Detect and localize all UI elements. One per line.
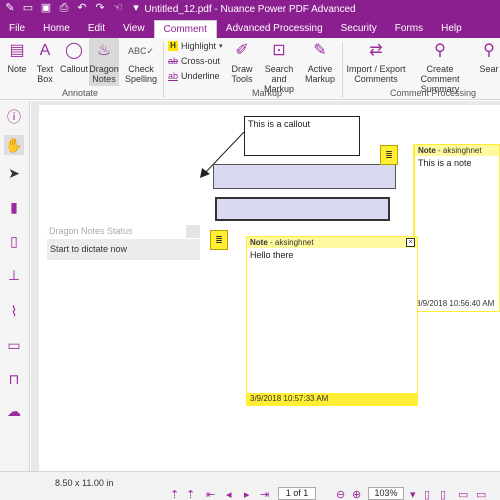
lock-icon[interactable]: ⊓ [4,369,24,389]
highlight-button[interactable]: H Highlight ▾ [168,41,223,51]
tab-help[interactable]: Help [432,20,471,38]
note-icon: ▤ [9,42,25,59]
ribbon-tabs: File Home Edit View Comment Advanced Pro… [0,20,500,38]
comment-summary-icon: ⚲ [434,42,446,59]
note-popup-text[interactable]: This is a note [415,156,499,170]
window-title: Untitled_12.pdf - Nuance Power PDF Advan… [144,4,356,15]
info-icon[interactable]: ⓘ [4,107,24,127]
single-page-icon[interactable]: ▯ [424,488,430,500]
callout-icon: ◯ [65,42,83,59]
pen-icon: ✎ [313,42,327,59]
cross-out-button[interactable]: ab Cross-out [168,56,220,66]
check-spelling-button[interactable]: ABC✓ Check Spelling [124,38,158,84]
rectangle-annotation[interactable] [213,164,396,189]
chevron-down-icon: ▾ [219,43,223,50]
title-bar: ✎ ▭ ▣ ⎙ ↶ ↷ ☜ ▾ Untitled_12.pdf - Nuance… [0,0,500,20]
dragon-icon: ♨ [96,42,112,59]
close-icon[interactable] [186,225,200,238]
import-export-comments-button[interactable]: ⇄ Import / Export Comments [345,38,407,85]
dragon-panel-title: Dragon Notes Status [47,224,200,239]
note-annotation-icon[interactable]: ≣ [210,230,228,250]
comments-icon[interactable]: ▭ [4,335,24,355]
select-arrow-icon[interactable]: ➤ [4,163,24,183]
facing-icon[interactable]: ▭ [476,488,486,500]
zoom-dropdown-icon[interactable]: ▾ [410,488,416,500]
ribbon-separator [342,42,343,98]
left-sidebar: ⓘ ✋ ➤ ▮ ▯ ⊥ ⌇ ▭ ⊓ ☁ [0,101,30,471]
tab-file[interactable]: File [0,20,34,38]
zoom-in-icon[interactable]: ⊕ [352,488,361,500]
group-label-comment-processing: Comment Processing [390,88,477,98]
search-icon: ⚲ [483,42,495,59]
callout-button[interactable]: ◯ Callout [58,38,90,75]
note-popup-header: Note - aksinghnet × [247,237,417,248]
tab-forms[interactable]: Forms [386,20,432,38]
zoom-out-icon[interactable]: ⊖ [336,488,345,500]
first-page-icon[interactable]: ⇤ [206,488,215,500]
fit-width-icon[interactable]: ⇡ [186,488,195,500]
active-markup-button[interactable]: ✎ Active Markup [302,38,338,85]
group-label-annotate: Annotate [62,88,99,98]
ribbon: ▤ Note A Text Box ◯ Callout ♨ Dragon Not… [0,38,500,100]
stamp-icon[interactable]: ⊥ [4,265,24,285]
tab-advanced-processing[interactable]: Advanced Processing [217,20,332,38]
highlight-icon: H [168,41,178,51]
status-bar: 8.50 x 11.00 in ⇡ ⇡ ⇤ ◂ ▸ ⇥ 1 of 1 ⊖ ⊕ 1… [0,471,500,500]
pages-icon[interactable]: ▯ [4,231,24,251]
fit-page-icon[interactable]: ⇡ [170,488,179,500]
two-page-icon[interactable]: ▯ [440,488,446,500]
callout-annotation[interactable]: This is a callout [244,116,360,156]
continuous-icon[interactable]: ▭ [458,488,468,500]
attachment-icon[interactable]: ⌇ [4,301,24,321]
group-label-markup: Markup [252,88,283,98]
cross-out-icon: ab [168,56,179,66]
last-page-icon[interactable]: ⇥ [260,488,269,500]
tab-comment[interactable]: Comment [153,20,217,38]
ribbon-separator [163,42,164,98]
note-popup-text[interactable]: Hello there [247,248,417,262]
draw-tools-button[interactable]: ✐ Draw Tools [226,38,258,85]
search-and-markup-button[interactable]: ⊡ Search and Markup [256,38,302,95]
spell-check-icon: ABC✓ [127,46,155,56]
underline-icon: ab [168,71,179,81]
draw-tools-icon: ✐ [235,42,249,59]
text-box-button[interactable]: A Text Box [32,38,58,85]
note-popup-header: Note - aksinghnet [415,145,499,156]
note-annotation-icon[interactable]: ≣ [380,145,398,165]
dragon-notes-button[interactable]: ♨ Dragon Notes [89,38,119,86]
note-popup[interactable]: Note - aksinghnet This is a note [413,144,500,312]
page-size: 8.50 x 11.00 in [55,478,114,488]
create-comment-summary-button[interactable]: ⚲ Create Comment Summary [406,38,474,95]
previous-page-icon[interactable]: ◂ [226,488,232,500]
import-export-icon: ⇄ [369,42,383,59]
tab-edit[interactable]: Edit [79,20,114,38]
close-icon[interactable]: × [406,238,415,247]
next-page-icon[interactable]: ▸ [244,488,250,500]
search-comments-button[interactable]: ⚲ Sear [478,38,500,75]
note-popup[interactable]: Note - aksinghnet × Hello there 3/9/2018… [246,236,418,406]
tab-home[interactable]: Home [34,20,79,38]
dragon-panel-body: Start to dictate now [47,239,200,260]
rectangle-annotation[interactable] [215,197,390,221]
note-date: 3/9/2018 10:56:40 AM [416,299,495,308]
tab-view[interactable]: View [114,20,154,38]
tab-security[interactable]: Security [332,20,386,38]
hand-tool-icon[interactable]: ✋ [4,135,24,155]
bookmark-icon[interactable]: ▮ [4,197,24,217]
note-button[interactable]: ▤ Note [4,38,30,75]
page-number-field[interactable]: 1 of 1 [278,487,316,500]
underline-button[interactable]: ab Underline [168,71,220,81]
dragon-notes-status-panel: Dragon Notes Status Start to dictate now [47,224,200,260]
cloud-icon[interactable]: ☁ [4,401,24,421]
text-box-icon: A [39,42,51,59]
search-markup-icon: ⊡ [272,42,286,59]
note-date: 3/9/2018 10:57:33 AM [247,393,417,405]
zoom-level-field[interactable]: 103% [368,487,404,500]
